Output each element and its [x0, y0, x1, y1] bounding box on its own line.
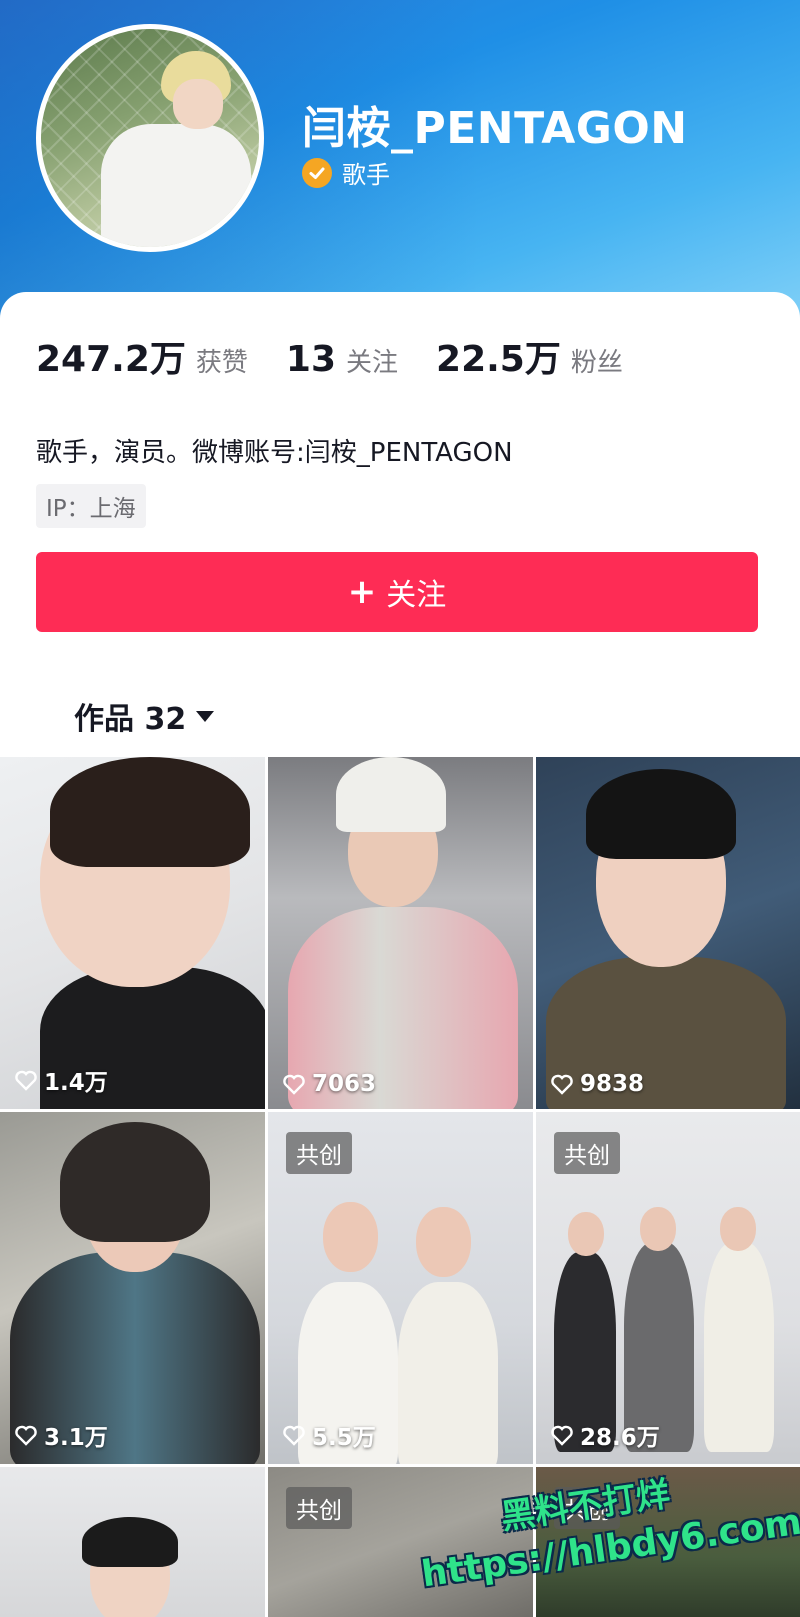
cocreate-tag: 共创 — [286, 1132, 352, 1174]
profile-name: 闫桉_PENTAGON — [302, 103, 688, 154]
thumbnail-face — [416, 1207, 471, 1277]
stat-followers[interactable]: 22.5万 粉丝 — [436, 330, 623, 382]
like-count-value: 7063 — [312, 1071, 377, 1097]
tab-works-label: 作品 32 — [74, 702, 187, 737]
thumbnail-hair — [50, 757, 250, 867]
stat-label: 获赞 — [195, 348, 248, 378]
video-tile[interactable]: 1.4万 — [0, 757, 265, 1109]
thumbnail-hair — [586, 769, 736, 859]
like-count: 5.5万 — [282, 1418, 376, 1452]
cocreate-tag: 共创 — [554, 1132, 620, 1174]
verified-check-icon — [302, 157, 332, 188]
like-count-value: 9838 — [580, 1071, 645, 1097]
plus-icon: + — [347, 572, 377, 612]
stats-row: 247.2万 获赞 13 关注 22.5万 粉丝 — [36, 330, 661, 382]
verified-row: 歌手 — [302, 155, 390, 190]
video-tile[interactable]: 共创 — [268, 1467, 533, 1617]
like-count-value: 5.5万 — [312, 1425, 376, 1451]
thumbnail-face — [720, 1207, 756, 1251]
stat-value: 247.2万 — [36, 339, 186, 380]
profile-card: 247.2万 获赞 13 关注 22.5万 粉丝 歌手，演员。微博账号:闫桉_P… — [0, 292, 800, 1617]
video-tile[interactable]: 3.1万 — [0, 1112, 265, 1464]
heart-icon — [15, 1070, 37, 1091]
avatar[interactable] — [36, 24, 264, 252]
heart-icon — [551, 1074, 573, 1095]
thumbnail-beanie — [336, 757, 446, 832]
like-count: 28.6万 — [550, 1418, 660, 1452]
like-count-value: 1.4万 — [44, 1070, 108, 1096]
stat-following[interactable]: 13 关注 — [286, 339, 398, 380]
video-tile[interactable]: 共创 28.6万 — [536, 1112, 800, 1464]
like-count: 3.1万 — [14, 1418, 108, 1452]
tab-works[interactable]: 作品 32 — [74, 694, 215, 738]
video-tile[interactable] — [0, 1467, 265, 1617]
thumbnail-face — [640, 1207, 676, 1251]
thumbnail-figure — [398, 1282, 498, 1464]
video-tile[interactable]: 共创 5.5万 — [268, 1112, 533, 1464]
thumbnail-figure — [704, 1242, 774, 1452]
thumbnail-hair — [82, 1517, 178, 1567]
follow-button[interactable]: + 关注 — [36, 552, 758, 632]
heart-icon — [283, 1425, 305, 1446]
avatar-figure-body — [101, 124, 251, 247]
stat-label: 粉丝 — [570, 348, 623, 378]
like-count-value: 3.1万 — [44, 1425, 108, 1451]
avatar-figure-face — [173, 79, 223, 129]
like-count: 9838 — [550, 1071, 644, 1097]
video-tile[interactable]: 7063 — [268, 757, 533, 1109]
ip-location-tag: IP：上海 — [36, 484, 146, 528]
heart-icon — [551, 1425, 573, 1446]
video-tile[interactable]: 9838 — [536, 757, 800, 1109]
stat-value: 22.5万 — [436, 339, 561, 380]
stat-label: 关注 — [346, 348, 399, 378]
thumbnail-face — [568, 1212, 604, 1256]
follow-button-label: 关注 — [386, 578, 447, 613]
thumbnail-face — [323, 1202, 378, 1272]
stat-value: 13 — [285, 339, 336, 380]
bio-text: 歌手，演员。微博账号:闫桉_PENTAGON — [36, 438, 513, 468]
like-count: 1.4万 — [14, 1063, 108, 1097]
cocreate-tag: 共创 — [286, 1487, 352, 1529]
verified-label: 歌手 — [342, 161, 390, 189]
stat-likes: 247.2万 获赞 — [36, 330, 248, 382]
like-count: 7063 — [282, 1071, 376, 1097]
heart-icon — [283, 1074, 305, 1095]
heart-icon — [15, 1425, 37, 1446]
thumbnail-hair — [60, 1122, 210, 1242]
like-count-value: 28.6万 — [580, 1425, 660, 1451]
caret-down-icon — [196, 710, 215, 722]
